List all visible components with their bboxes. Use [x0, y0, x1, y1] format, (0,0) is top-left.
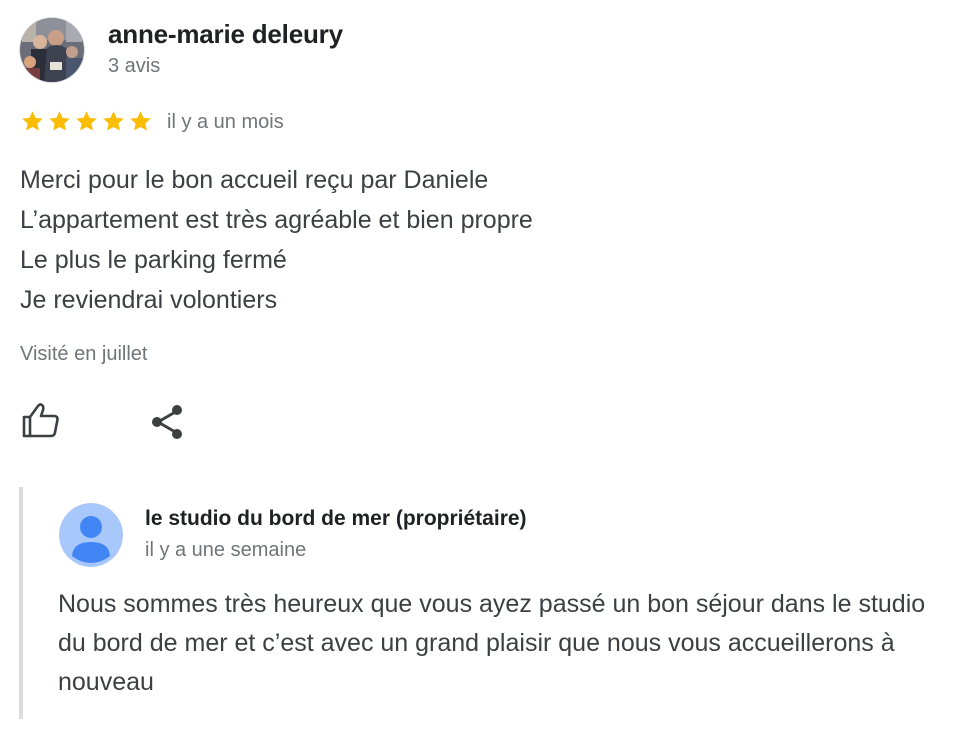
share-button[interactable]	[148, 400, 188, 444]
visited-date: Visité en juillet	[20, 343, 148, 365]
share-icon	[152, 405, 182, 439]
author-avatar[interactable]	[20, 18, 84, 82]
star-icon	[22, 110, 43, 131]
author-reviews-count: 3 avis	[108, 55, 161, 77]
owner-name: le studio du bord de mer (propriétaire)	[145, 507, 527, 530]
star-icon	[76, 110, 97, 131]
review-text-line: Merci pour le bon accueil reçu par Danie…	[20, 166, 489, 194]
owner-reply-text: Nous sommes très heureux que vous ayez p…	[58, 590, 926, 696]
review-card: anne-marie deleury 3 avis il y a un mois…	[0, 0, 970, 746]
owner-avatar[interactable]	[59, 503, 123, 567]
thumbs-up-icon	[22, 403, 59, 438]
review-text-line: L’appartement est très agréable et bien …	[20, 206, 533, 234]
review-date: il y a un mois	[167, 110, 284, 133]
owner-reply: le studio du bord de mer (propriétaire) …	[19, 487, 963, 719]
star-icon	[103, 110, 124, 131]
author-name[interactable]: anne-marie deleury	[108, 19, 343, 50]
rating-row: il y a un mois	[20, 107, 284, 135]
user-photo-icon	[20, 18, 84, 82]
star-icon	[130, 110, 151, 131]
star-icon	[49, 110, 70, 131]
default-user-icon	[59, 503, 123, 567]
review-text-line: Je reviendrai volontiers	[20, 286, 278, 314]
star-rating	[20, 109, 153, 134]
review-text-line: Le plus le parking fermé	[20, 246, 287, 274]
owner-reply-date: il y a une semaine	[145, 539, 307, 561]
like-button[interactable]	[18, 400, 62, 440]
review-text: Merci pour le bon accueil reçu par Danie…	[20, 160, 940, 320]
